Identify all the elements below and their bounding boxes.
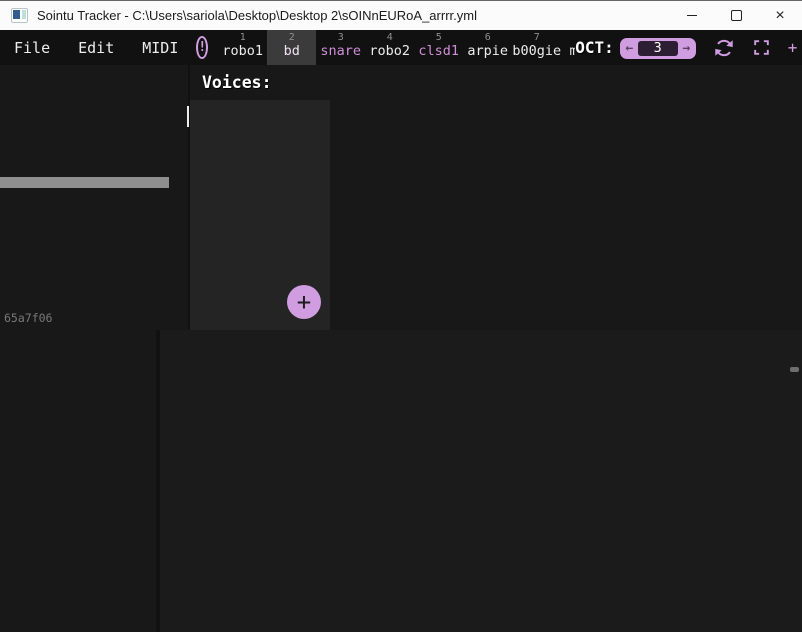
song-progress-bar[interactable] [0,177,169,188]
editor-toolbar [160,330,802,366]
track-tab-number: 3 [316,32,365,43]
track-tab-number: 8 [561,32,575,43]
menu-file[interactable]: File [0,39,64,57]
octave-value: 3 [638,41,678,56]
window-title: Sointu Tracker - C:\Users\sariola\Deskto… [37,8,477,23]
track-tab-number: 4 [365,32,414,43]
menu-midi[interactable]: MIDI [128,39,192,57]
pattern-editor [160,330,802,632]
track-tab-number: 5 [414,32,463,43]
track-tab-robo2[interactable]: 4robo2 [365,30,414,65]
maximize-icon [731,10,742,21]
track-tab-name: bd [267,43,316,60]
editor-scrollbar[interactable] [790,367,799,372]
editor-column-headers [160,366,802,384]
add-unit-button[interactable]: + [287,285,321,319]
app-icon [11,8,28,23]
sointu-tracker-window: Sointu Tracker - C:\Users\sariola\Deskto… [0,0,802,632]
maximize-button[interactable] [714,1,758,31]
track-tabs: 1robo12bd3snare4robo25clsd16arpie7b00gie… [218,30,575,65]
close-icon: × [775,8,784,24]
window-controls: × [670,1,802,31]
track-tab-robo1[interactable]: 1robo1 [218,30,267,65]
track-tab-name: robo1 [218,43,267,60]
track-tab-name: arpie [463,43,512,60]
unitlist-scrollbar[interactable] [187,106,189,127]
version-hash: 65a7f06 [4,311,52,325]
track-tab-number: 2 [267,32,316,43]
titlebar: Sointu Tracker - C:\Users\sariola\Deskto… [0,0,802,30]
unit-params [330,100,802,330]
voices-header: Voices: [190,65,802,100]
track-tab-melo[interactable]: 8melo [561,30,575,65]
alert-icon[interactable]: ! [196,36,208,59]
track-tab-name: clsd1 [414,43,463,60]
track-tab-number: 1 [218,32,267,43]
octave-spinner[interactable]: ←3→ [620,38,696,59]
track-tab-name: snare [316,43,365,60]
track-tab-clsd1[interactable]: 5clsd1 [414,30,463,65]
minimize-icon [687,15,697,16]
song-panel: 65a7f06 [0,65,188,330]
add-track-icon[interactable]: + [788,38,798,57]
voices-label: Voices: [202,73,272,92]
track-tab-snare[interactable]: 3snare [316,30,365,65]
expand-icon[interactable] [752,38,771,57]
track-tab-number: 7 [512,32,561,43]
sync-icon[interactable] [713,37,735,59]
octave-increment[interactable]: → [678,38,695,59]
track-tab-name: robo2 [365,43,414,60]
track-tab-name: b00gie [512,43,561,60]
track-tab-number: 6 [463,32,512,43]
minimize-button[interactable] [670,1,714,31]
topright-icons: + [713,37,798,59]
order-list [0,330,156,632]
track-tab-name: melo [561,43,575,60]
track-tab-arpie[interactable]: 6arpie [463,30,512,65]
track-tab-bd[interactable]: 2bd [267,30,316,65]
oscilloscope [0,220,190,252]
close-button[interactable]: × [758,1,802,31]
octave-decrement[interactable]: ← [621,38,638,59]
menu-edit[interactable]: Edit [64,39,128,57]
menubar-right: OCT: ←3→ + [575,37,802,59]
track-tab-b00gie[interactable]: 7b00gie [512,30,561,65]
menubar: File Edit MIDI ! 1robo12bd3snare4robo25c… [0,30,802,65]
octave-label: OCT: [575,38,614,57]
